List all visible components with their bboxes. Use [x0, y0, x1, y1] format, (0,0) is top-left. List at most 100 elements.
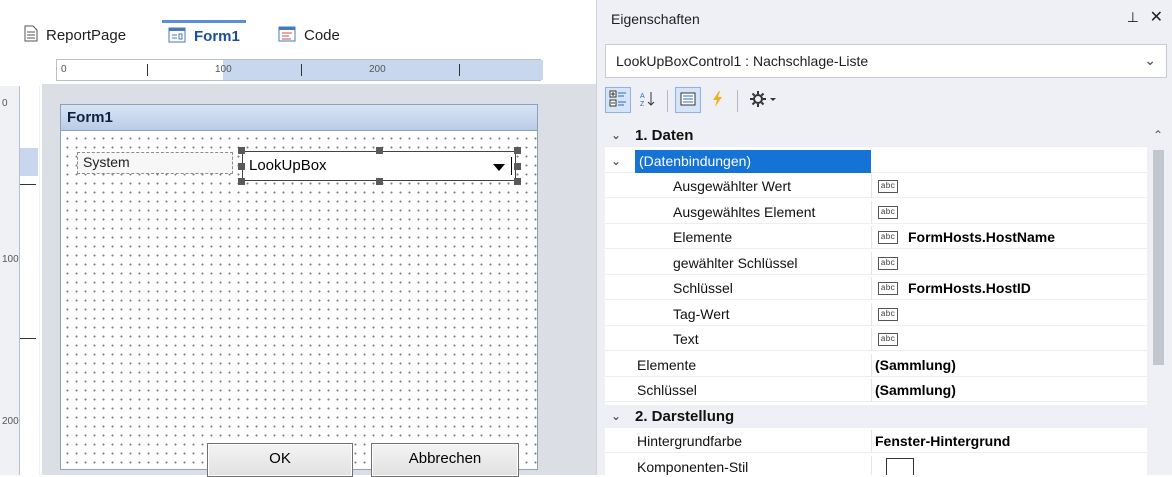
- document-tabs: ReportPage Form1 Code: [0, 0, 596, 58]
- ruler-label: 0: [2, 98, 8, 109]
- ruler-tick: [459, 64, 460, 76]
- property-label: Schlüssel: [637, 382, 697, 398]
- settings-menu-button[interactable]: [745, 87, 783, 113]
- text-binding-icon[interactable]: abc: [878, 307, 898, 321]
- property-label: Text: [673, 331, 699, 347]
- text-binding-icon[interactable]: abc: [878, 282, 898, 295]
- column-divider: [871, 430, 872, 453]
- column-divider: [871, 251, 872, 275]
- property-value[interactable]: FormHosts.HostName: [908, 229, 1055, 245]
- dropdown-arrow-icon[interactable]: [493, 164, 505, 171]
- tab-label: ReportPage: [46, 26, 127, 44]
- column-divider: [871, 226, 872, 249]
- form-caption: Form1: [61, 105, 537, 131]
- scroll-up-icon[interactable]: ⌃: [1153, 128, 1163, 142]
- resize-handle[interactable]: [238, 163, 245, 170]
- property-row[interactable]: Elemente (Sammlung): [605, 353, 1147, 377]
- property-label: 2. Darstellung: [635, 407, 735, 425]
- column-divider: [871, 277, 872, 300]
- lightning-icon: [709, 90, 727, 111]
- property-row[interactable]: Ausgewähltes Element abc: [605, 200, 1147, 224]
- properties-title: Eigenschaften: [611, 11, 700, 27]
- property-value[interactable]: (Sammlung): [875, 357, 956, 373]
- resize-handle[interactable]: [376, 147, 383, 154]
- ruler-track: [19, 86, 39, 475]
- property-label: Hintergrundfarbe: [637, 433, 743, 449]
- resize-handle[interactable]: [238, 147, 245, 154]
- combo-separator: [511, 157, 512, 175]
- text-binding-icon[interactable]: abc: [878, 231, 898, 244]
- column-divider: [871, 175, 872, 198]
- property-row[interactable]: Tag-Wert abc: [605, 302, 1147, 326]
- column-divider: [871, 455, 872, 475]
- scrollbar-thumb[interactable]: [1153, 150, 1164, 365]
- events-view-button[interactable]: [705, 87, 731, 113]
- close-icon[interactable]: ✕: [1150, 7, 1163, 27]
- tab-reportpage[interactable]: ReportPage: [24, 20, 126, 50]
- property-row[interactable]: Elemente abc FormHosts.HostName: [605, 226, 1147, 249]
- object-selector-value: LookUpBoxControl1 : Nachschlage-Liste: [616, 53, 869, 69]
- chevron-down-icon[interactable]: ⌄: [611, 409, 621, 423]
- property-value[interactable]: FormHosts.HostID: [908, 280, 1031, 296]
- ruler-label: 0: [61, 64, 67, 75]
- property-row-selected[interactable]: ⌄ (Datenbindungen): [605, 149, 1147, 173]
- property-value[interactable]: (Sammlung): [875, 382, 956, 398]
- lookup-box-text: LookUpBox: [249, 157, 327, 174]
- property-label: 1. Daten: [635, 127, 694, 144]
- property-label: Elemente: [673, 229, 733, 245]
- property-grid: ⌄ 1. Daten ⌄ (Datenbindungen) Ausgewählter W…: [605, 124, 1147, 475]
- chevron-down-icon[interactable]: ⌄: [611, 128, 621, 142]
- ruler-label: 100: [215, 64, 232, 75]
- property-row[interactable]: gewählter Schlüssel abc: [605, 251, 1147, 275]
- property-row[interactable]: Schlüssel (Sammlung): [605, 379, 1147, 402]
- ruler-tick: [147, 64, 148, 76]
- text-binding-icon[interactable]: abc: [878, 205, 898, 219]
- resize-handle[interactable]: [514, 147, 521, 154]
- lookup-box[interactable]: LookUpBox: [242, 151, 516, 181]
- grid-scrollbar[interactable]: ⌃: [1149, 124, 1167, 475]
- ok-button[interactable]: OK: [207, 443, 353, 477]
- resize-handle[interactable]: [514, 163, 521, 170]
- ruler-tick: [301, 64, 302, 76]
- property-label: Schlüssel: [673, 280, 733, 296]
- sort-az-icon: AZ: [639, 90, 657, 111]
- tab-form1[interactable]: Form1: [162, 20, 246, 50]
- form-icon: [168, 27, 186, 46]
- text-binding-icon[interactable]: abc: [878, 256, 898, 270]
- text-binding-icon[interactable]: abc: [878, 180, 898, 193]
- resize-handle[interactable]: [238, 178, 245, 185]
- object-selector[interactable]: LookUpBoxControl1 : Nachschlage-Liste ⌄: [605, 44, 1167, 78]
- properties-view-button[interactable]: [675, 87, 701, 113]
- category-row[interactable]: ⌄ 2. Darstellung: [605, 404, 1147, 428]
- column-divider: [871, 353, 872, 377]
- resize-handle[interactable]: [376, 178, 383, 185]
- form-surface[interactable]: System LookUpBox OK Abbrechen: [61, 132, 537, 477]
- cancel-button[interactable]: Abbrechen: [371, 443, 519, 477]
- categorized-view-button[interactable]: [605, 87, 631, 113]
- property-row[interactable]: Schlüssel abc FormHosts.HostID: [605, 277, 1147, 300]
- toolbar-separator: [667, 90, 668, 112]
- svg-text:A: A: [640, 93, 645, 100]
- property-value[interactable]: Fenster-Hintergrund: [875, 433, 1010, 449]
- resize-handle[interactable]: [514, 178, 521, 185]
- form-window[interactable]: Form1 System LookUpBox OK Abbrechen: [60, 104, 538, 477]
- category-row[interactable]: ⌄ 1. Daten: [605, 124, 1147, 147]
- ruler-label: 200: [369, 64, 386, 75]
- property-row[interactable]: Text abc: [605, 328, 1147, 351]
- property-row[interactable]: Ausgewählter Wert abc: [605, 175, 1147, 198]
- system-label[interactable]: System: [77, 152, 233, 174]
- column-divider: [871, 200, 872, 224]
- svg-text:Z: Z: [640, 101, 645, 108]
- chevron-down-icon[interactable]: ⌄: [611, 154, 621, 168]
- property-row[interactable]: Hintergrundfarbe Fenster-Hintergrund: [605, 430, 1147, 453]
- color-swatch[interactable]: [886, 457, 914, 475]
- text-binding-icon[interactable]: abc: [878, 333, 898, 346]
- pin-icon[interactable]: ⊥: [1127, 9, 1139, 26]
- property-row[interactable]: Komponenten-Stil: [605, 455, 1147, 475]
- alphabetical-view-button[interactable]: AZ: [635, 87, 661, 113]
- horizontal-ruler: 0 100 200: [56, 59, 543, 81]
- tab-code[interactable]: Code: [278, 20, 340, 50]
- property-label: Elemente: [637, 356, 697, 373]
- designer-panel: ReportPage Form1 Code 0 100 200 0 100 20…: [0, 0, 596, 477]
- gear-icon: [749, 90, 779, 111]
